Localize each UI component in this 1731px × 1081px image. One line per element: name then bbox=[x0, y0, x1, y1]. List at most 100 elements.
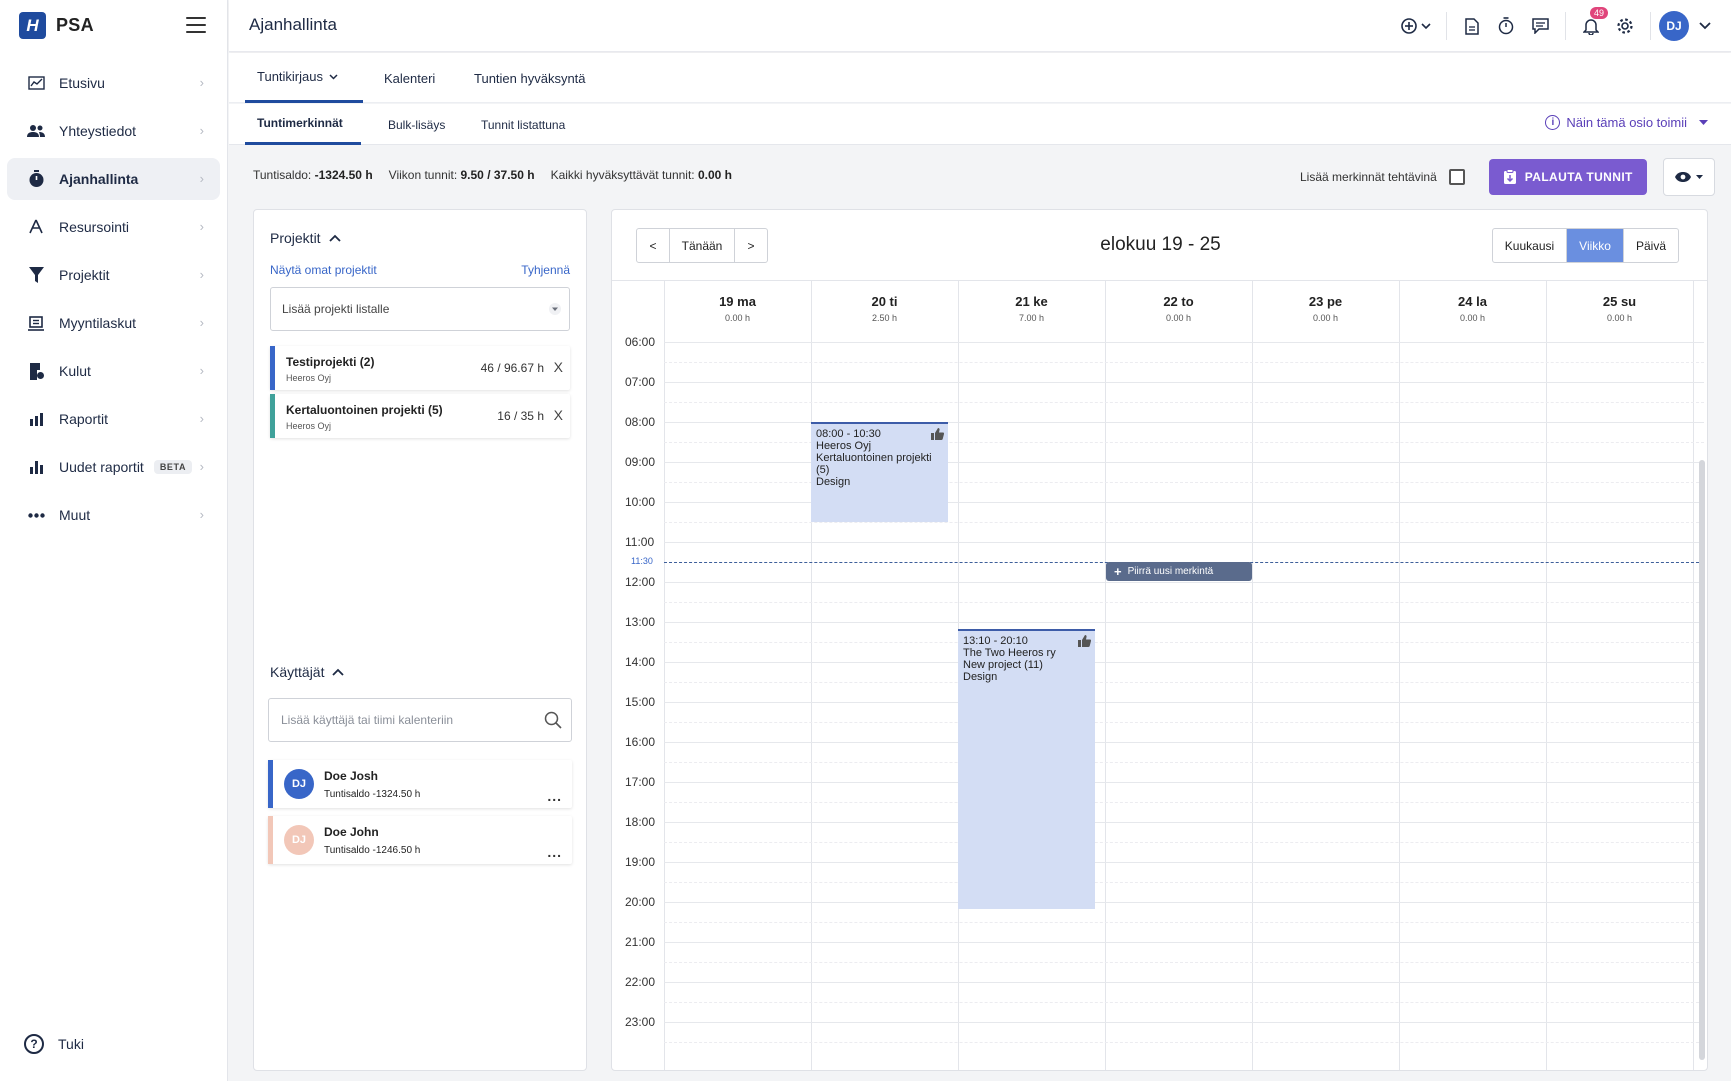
day-name: 23 pe bbox=[1308, 294, 1343, 309]
next-week-button[interactable]: > bbox=[735, 229, 767, 262]
day-header[interactable]: 20 ti 2.50 h bbox=[811, 294, 958, 323]
top-bar: Ajanhallinta 49 DJ bbox=[229, 0, 1731, 52]
add-project-select[interactable]: Lisää projekti listalle bbox=[270, 287, 570, 331]
sidebar-item-resursointi[interactable]: Resursointi › bbox=[7, 206, 220, 248]
bell-icon bbox=[1583, 19, 1599, 35]
sidebar-item-uudet-raportit[interactable]: Uudet raportit BETA › bbox=[7, 446, 220, 488]
sidebar-item-label: Muut bbox=[59, 507, 91, 523]
sidebar-item-yhteystiedot[interactable]: Yhteystiedot › bbox=[7, 110, 220, 152]
user-more-button[interactable]: ... bbox=[547, 788, 562, 804]
subtab-label: Tunnit listattuna bbox=[481, 117, 566, 132]
hour-line bbox=[664, 902, 1704, 903]
remove-project-button[interactable]: X bbox=[554, 407, 563, 423]
hour-label: 15:00 bbox=[625, 695, 656, 709]
user-card[interactable]: DJ Doe John Tuntisaldo -1246.50 h ... bbox=[268, 816, 572, 864]
hour-line bbox=[664, 862, 1704, 863]
project-name: Testiprojekti (2) bbox=[286, 355, 375, 369]
day-header[interactable]: 25 su 0.00 h bbox=[1546, 294, 1693, 323]
event-project: Kertaluontoinen projekti (5) bbox=[816, 452, 932, 476]
project-card[interactable]: Testiprojekti (2) Heeros Oyj 46 / 96.67 … bbox=[270, 346, 570, 390]
tab-tuntien-hyvaksynta[interactable]: Tuntien hyväksyntä bbox=[474, 53, 586, 103]
chevron-down-icon bbox=[329, 73, 338, 80]
day-header[interactable]: 19 ma 0.00 h bbox=[664, 294, 811, 323]
user-card[interactable]: DJ Doe Josh Tuntisaldo -1324.50 h ... bbox=[268, 760, 572, 808]
timer-button[interactable] bbox=[1489, 10, 1523, 42]
view-week-button[interactable]: Viikko bbox=[1566, 229, 1624, 262]
subtab-bulk-lisays[interactable]: Bulk-lisäys bbox=[388, 104, 445, 145]
user-balance: Tuntisaldo -1324.50 h bbox=[324, 789, 421, 800]
sidebar-item-ajanhallinta[interactable]: Ajanhallinta › bbox=[7, 158, 220, 200]
section-help-link[interactable]: i Näin tämä osio toimii bbox=[1545, 115, 1708, 130]
time-entry-event[interactable]: 13:10 - 20:10 The Two Heeros ry New projec… bbox=[958, 628, 1095, 909]
thumbs-up-icon[interactable] bbox=[1078, 634, 1092, 650]
project-card[interactable]: Kertaluontoinen projekti (5) Heeros Oyj … bbox=[270, 394, 570, 438]
event-time: 08:00 - 10:30 bbox=[816, 428, 881, 440]
draw-new-entry-button[interactable]: + Piirrä uusi merkintä bbox=[1106, 562, 1252, 581]
today-button[interactable]: Tänään bbox=[669, 229, 735, 262]
chevron-right-icon: › bbox=[199, 363, 204, 378]
document-button[interactable] bbox=[1455, 10, 1489, 42]
plus-icon: + bbox=[1114, 564, 1122, 579]
sidebar-nav: Etusivu › Yhteystiedot › Ajanhallinta › … bbox=[7, 62, 220, 542]
settings-button[interactable] bbox=[1608, 10, 1642, 42]
week-calendar: < Tänään > elokuu 19 - 25 Kuukausi Viikk… bbox=[611, 209, 1708, 1071]
prev-week-button[interactable]: < bbox=[637, 229, 669, 262]
sidebar-item-raportit[interactable]: Raportit › bbox=[7, 398, 220, 440]
remove-project-button[interactable]: X bbox=[554, 359, 563, 375]
help-link-sidebar[interactable]: ? Tuki bbox=[24, 1034, 84, 1054]
hour-stats: Tuntisaldo: -1324.50 h Viikon tunnit: 9.… bbox=[253, 168, 732, 182]
project-color-bar bbox=[270, 394, 275, 438]
calendar-scrollbar[interactable] bbox=[1699, 460, 1705, 1060]
sidebar-item-label: Uudet raportit bbox=[59, 459, 144, 475]
sidebar-item-myyntilaskut[interactable]: Myyntilaskut › bbox=[7, 302, 220, 344]
sidebar-item-muut[interactable]: Muut › bbox=[7, 494, 220, 536]
menu-toggle-icon[interactable] bbox=[186, 17, 206, 33]
thumbs-up-icon[interactable] bbox=[931, 428, 945, 443]
project-color-bar bbox=[270, 346, 275, 390]
question-icon: ? bbox=[24, 1034, 44, 1054]
brand[interactable]: H PSA bbox=[19, 12, 94, 39]
user-color-bar bbox=[268, 760, 273, 808]
hour-label: 08:00 bbox=[625, 415, 656, 429]
time-entry-event[interactable]: 08:00 - 10:30 Heeros Oyj Kertaluontoinen p… bbox=[811, 422, 948, 522]
tab-kalenteri[interactable]: Kalenteri bbox=[384, 53, 435, 103]
notifications-button[interactable]: 49 bbox=[1574, 7, 1608, 42]
clipboard-icon bbox=[1503, 169, 1516, 184]
sidebar-item-projektit[interactable]: Projektit › bbox=[7, 254, 220, 296]
left-panel: Projektit Näytä omat projektit Tyhjennä … bbox=[253, 209, 587, 1071]
day-header[interactable]: 21 ke 7.00 h bbox=[958, 294, 1105, 323]
visibility-menu-button[interactable] bbox=[1662, 158, 1715, 196]
hour-label: 20:00 bbox=[625, 895, 656, 909]
bar-chart-icon bbox=[27, 458, 45, 476]
user-more-button[interactable]: ... bbox=[547, 844, 562, 860]
calendar-header-divider bbox=[612, 280, 1707, 281]
show-own-projects-link[interactable]: Näytä omat projektit bbox=[270, 263, 377, 277]
view-month-button[interactable]: Kuukausi bbox=[1493, 229, 1566, 262]
sidebar-item-etusivu[interactable]: Etusivu › bbox=[7, 62, 220, 104]
messages-button[interactable] bbox=[1523, 10, 1557, 42]
sub-tabs: Tuntimerkinnät Bulk-lisäys Tunnit listat… bbox=[229, 104, 1731, 145]
sidebar-item-kulut[interactable]: Kulut › bbox=[7, 350, 220, 392]
hour-label: 12:00 bbox=[625, 575, 656, 589]
view-day-button[interactable]: Päivä bbox=[1624, 229, 1678, 262]
subtab-tuntimerkinnat[interactable]: Tuntimerkinnät bbox=[245, 104, 361, 145]
user-menu[interactable]: DJ bbox=[1659, 10, 1711, 42]
main-tabs: Tuntikirjaus Kalenteri Tuntien hyväksynt… bbox=[229, 53, 1731, 103]
day-header[interactable]: 23 pe 0.00 h bbox=[1252, 294, 1399, 323]
hour-actions: Lisää merkinnät tehtävinä PALAUTA TUNNIT bbox=[1300, 158, 1715, 196]
tab-tuntikirjaus[interactable]: Tuntikirjaus bbox=[245, 53, 363, 103]
user-name: Doe Josh bbox=[324, 769, 379, 783]
user-search-input[interactable]: Lisää käyttäjä tai tiimi kalenteriin bbox=[268, 698, 572, 742]
return-hours-button[interactable]: PALAUTA TUNNIT bbox=[1488, 159, 1647, 195]
help-link-label: Näin tämä osio toimii bbox=[1566, 115, 1687, 130]
tab-label: Tuntikirjaus bbox=[257, 69, 323, 84]
as-tasks-label: Lisää merkinnät tehtävinä bbox=[1300, 170, 1437, 184]
clear-projects-link[interactable]: Tyhjennä bbox=[521, 263, 570, 277]
add-new-button[interactable] bbox=[1394, 10, 1438, 42]
day-header[interactable]: 22 to 0.00 h bbox=[1105, 294, 1252, 323]
as-tasks-checkbox[interactable] bbox=[1448, 169, 1465, 185]
subtab-tunnit-listattuna[interactable]: Tunnit listattuna bbox=[481, 104, 565, 145]
users-section-toggle[interactable]: Käyttäjät bbox=[270, 664, 345, 680]
day-header[interactable]: 24 la 0.00 h bbox=[1399, 294, 1546, 323]
projects-section-toggle[interactable]: Projektit bbox=[270, 230, 341, 246]
